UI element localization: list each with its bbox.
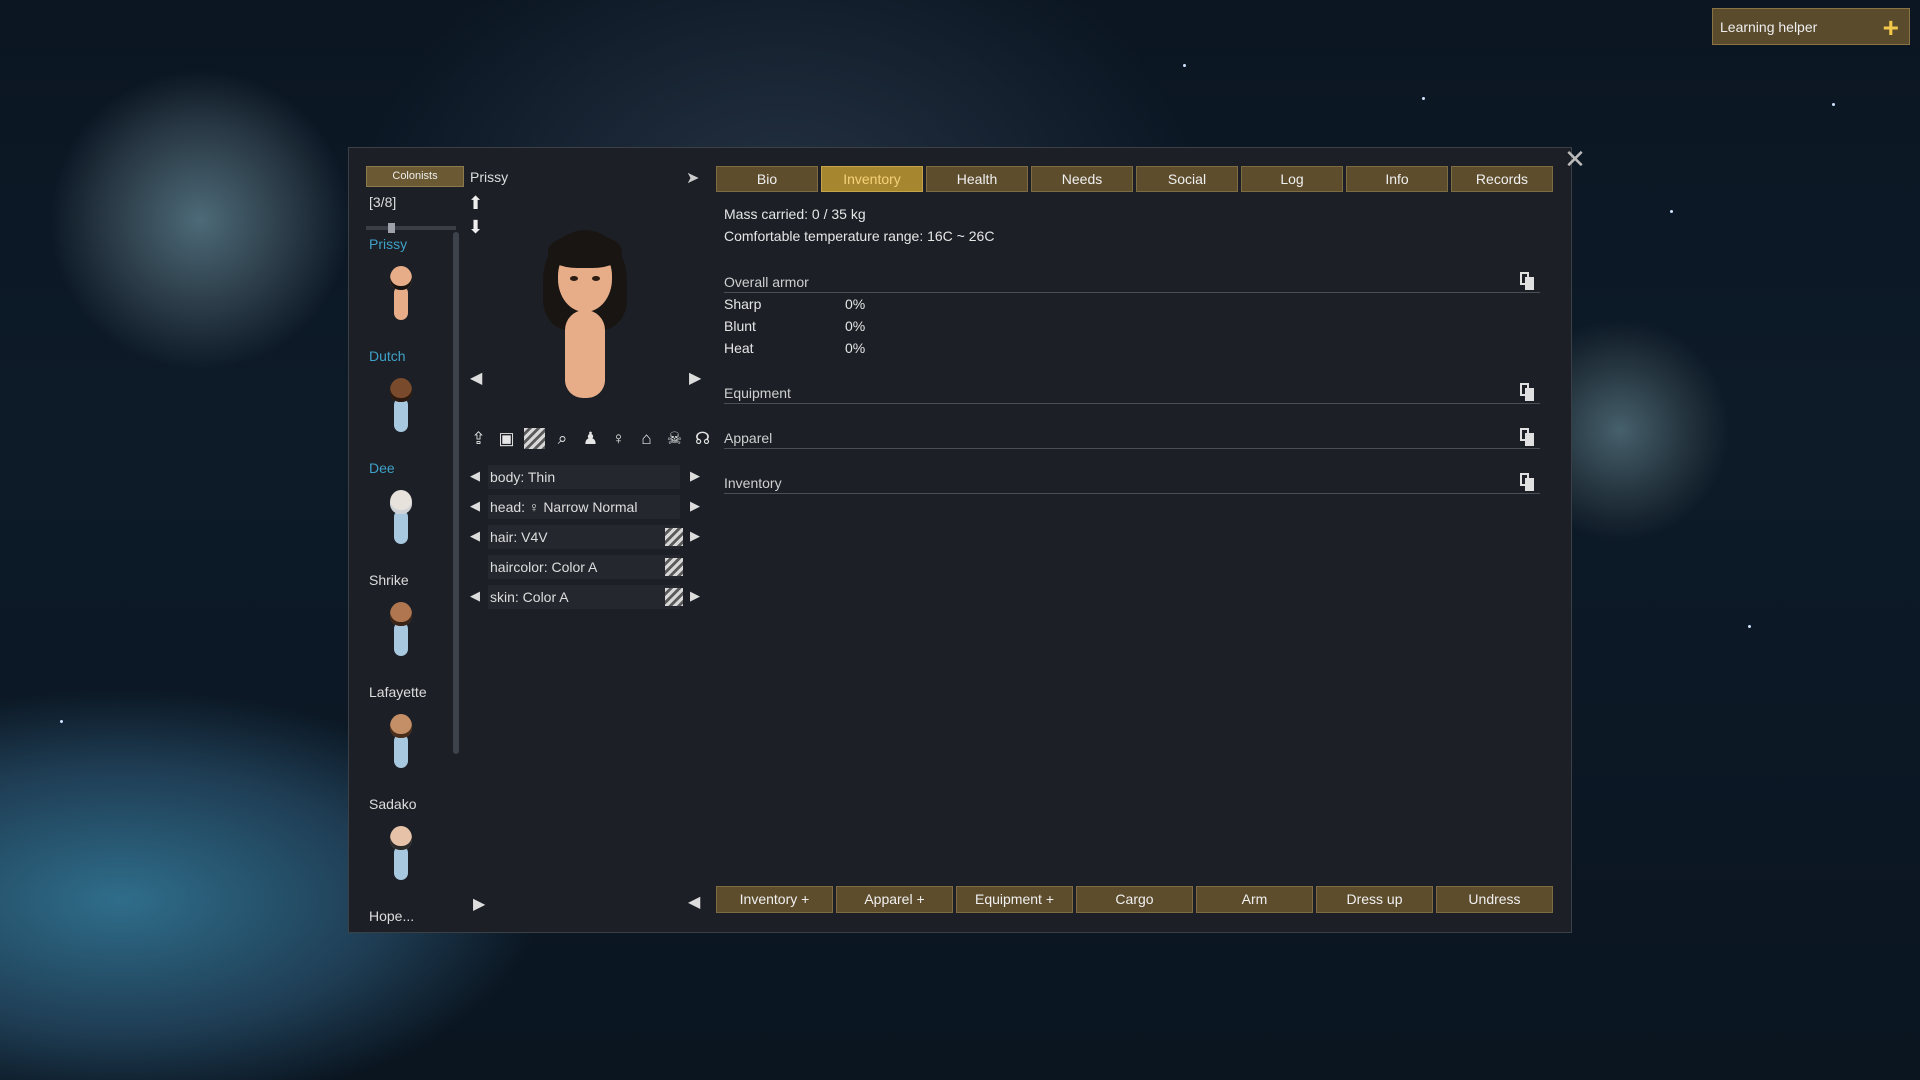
tab-log[interactable]: Log — [1241, 166, 1343, 192]
prev-option-icon[interactable]: ◀ — [470, 528, 480, 544]
property-row: ◀ head: ♀ Narrow Normal ▶ — [470, 495, 702, 519]
colonist-name[interactable]: Hope... — [369, 908, 414, 924]
close-icon[interactable]: ✕ — [1563, 146, 1587, 172]
learning-helper-button[interactable]: Learning helper + — [1712, 8, 1910, 45]
inventory-button[interactable]: Inventory + — [716, 886, 833, 913]
colonist-portrait[interactable] — [383, 490, 419, 550]
property-row: ◀ skin: Color A ▶ — [470, 585, 702, 609]
apparel-title: Apparel — [724, 430, 773, 446]
colonist-slider-handle[interactable] — [388, 223, 395, 233]
prev-option-icon[interactable]: ◀ — [470, 498, 480, 514]
next-option-icon[interactable]: ▶ — [690, 468, 700, 484]
property-label: skin: Color A — [490, 589, 569, 605]
colonist-list-scrollbar[interactable] — [453, 232, 459, 754]
colonist-portrait[interactable] — [383, 826, 419, 886]
learning-helper-label: Learning helper — [1720, 18, 1818, 35]
prev-option-icon[interactable]: ◀ — [470, 468, 480, 484]
armor-heat-label: Heat — [724, 340, 754, 356]
divider — [724, 403, 1540, 404]
color-icon[interactable] — [524, 428, 545, 449]
female-icon[interactable]: ♀ — [608, 428, 629, 449]
upload-icon[interactable]: ⇪ — [468, 428, 489, 449]
tab-health[interactable]: Health — [926, 166, 1028, 192]
bottom-prev-arrow-icon[interactable]: ◀ — [688, 892, 700, 912]
property-label: head: ♀ Narrow Normal — [490, 499, 638, 515]
colonist-name[interactable]: Dutch — [369, 348, 406, 364]
property-row: haircolor: Color A — [470, 555, 702, 579]
color-picker-icon[interactable] — [665, 528, 683, 546]
colonist-count: [3/8] — [369, 194, 397, 210]
property-label: body: Thin — [490, 469, 556, 485]
prev-option-icon[interactable]: ◀ — [470, 588, 480, 604]
pointer-icon[interactable]: ➤ — [686, 168, 699, 188]
divider — [724, 448, 1540, 449]
colonist-portrait[interactable] — [383, 714, 419, 774]
tab-bar: Bio Inventory Health Needs Social Log Info Reco… — [716, 166, 1553, 192]
temperature-range: Comfortable temperature range: 16C ~ 26C — [724, 228, 995, 244]
tab-needs[interactable]: Needs — [1031, 166, 1133, 192]
tab-records[interactable]: Records — [1451, 166, 1553, 192]
colonist-name[interactable]: Sadako — [369, 796, 416, 812]
divider — [724, 292, 1540, 293]
mass-carried: Mass carried: 0 / 35 kg — [724, 206, 866, 222]
overall-armor-title: Overall armor — [724, 274, 809, 290]
pawn-toolbar: ⇪ ▣ ⌕ ♟ ♀ ⌂ ☠ ☊ — [468, 428, 713, 449]
copy-icon[interactable] — [1520, 272, 1534, 290]
arrow-down-icon[interactable]: ⬇ — [468, 217, 483, 238]
next-option-icon[interactable]: ▶ — [690, 528, 700, 544]
save-icon[interactable]: ▣ — [496, 428, 517, 449]
headphones-icon[interactable]: ☊ — [692, 428, 713, 449]
armor-blunt-value: 0% — [845, 318, 866, 334]
armor-sharp-label: Sharp — [724, 296, 762, 312]
equipment-button[interactable]: Equipment + — [956, 886, 1073, 913]
copy-icon[interactable] — [1520, 383, 1534, 401]
tab-bio[interactable]: Bio — [716, 166, 818, 192]
property-label: hair: V4V — [490, 529, 548, 545]
colonist-name[interactable]: Dee — [369, 460, 395, 476]
property-row: ◀ body: Thin ▶ — [470, 465, 702, 489]
tab-social[interactable]: Social — [1136, 166, 1238, 192]
hanger-icon[interactable]: ⌂ — [636, 428, 657, 449]
property-row: ◀ hair: V4V ▶ — [470, 525, 702, 549]
portrait-prev-arrow-icon[interactable]: ◀ — [470, 368, 482, 388]
tab-info[interactable]: Info — [1346, 166, 1448, 192]
arm-button[interactable]: Arm — [1196, 886, 1313, 913]
next-option-icon[interactable]: ▶ — [690, 588, 700, 604]
skull-icon[interactable]: ☠ — [664, 428, 685, 449]
zoom-icon[interactable]: ⌕ — [552, 428, 573, 449]
colonist-name[interactable]: Shrike — [369, 572, 409, 588]
armor-heat-value: 0% — [845, 340, 866, 356]
copy-icon[interactable] — [1520, 428, 1534, 446]
copy-icon[interactable] — [1520, 473, 1534, 491]
colonist-name[interactable]: Lafayette — [369, 684, 427, 700]
next-option-icon[interactable]: ▶ — [690, 498, 700, 514]
color-picker-icon[interactable] — [665, 588, 683, 606]
colonist-portrait[interactable] — [383, 266, 419, 326]
bottom-button-bar: Inventory + Apparel + Equipment + Cargo Arm D… — [716, 886, 1553, 913]
equipment-title: Equipment — [724, 385, 791, 401]
list-next-arrow-icon[interactable]: ▶ — [473, 894, 485, 914]
cargo-button[interactable]: Cargo — [1076, 886, 1193, 913]
pawn-portrait — [538, 230, 633, 400]
colonist-slider[interactable] — [366, 226, 456, 230]
undress-button[interactable]: Undress — [1436, 886, 1553, 913]
property-label: haircolor: Color A — [490, 559, 598, 575]
dress-up-button[interactable]: Dress up — [1316, 886, 1433, 913]
arrow-up-icon[interactable]: ⬆ — [468, 193, 483, 214]
apparel-button[interactable]: Apparel + — [836, 886, 953, 913]
bust-icon[interactable]: ♟ — [580, 428, 601, 449]
plus-icon[interactable]: + — [1883, 12, 1899, 44]
armor-sharp-value: 0% — [845, 296, 866, 312]
color-picker-icon[interactable] — [665, 558, 683, 576]
colonist-portrait[interactable] — [383, 378, 419, 438]
colonist-portrait[interactable] — [383, 602, 419, 662]
pawn-name: Prissy — [470, 169, 509, 185]
tab-inventory[interactable]: Inventory — [821, 166, 923, 192]
colonists-button[interactable]: Colonists — [366, 166, 464, 187]
inventory-title: Inventory — [724, 475, 782, 491]
colonist-name[interactable]: Prissy — [369, 236, 407, 252]
portrait-next-arrow-icon[interactable]: ▶ — [689, 368, 701, 388]
divider — [724, 493, 1540, 494]
armor-blunt-label: Blunt — [724, 318, 756, 334]
